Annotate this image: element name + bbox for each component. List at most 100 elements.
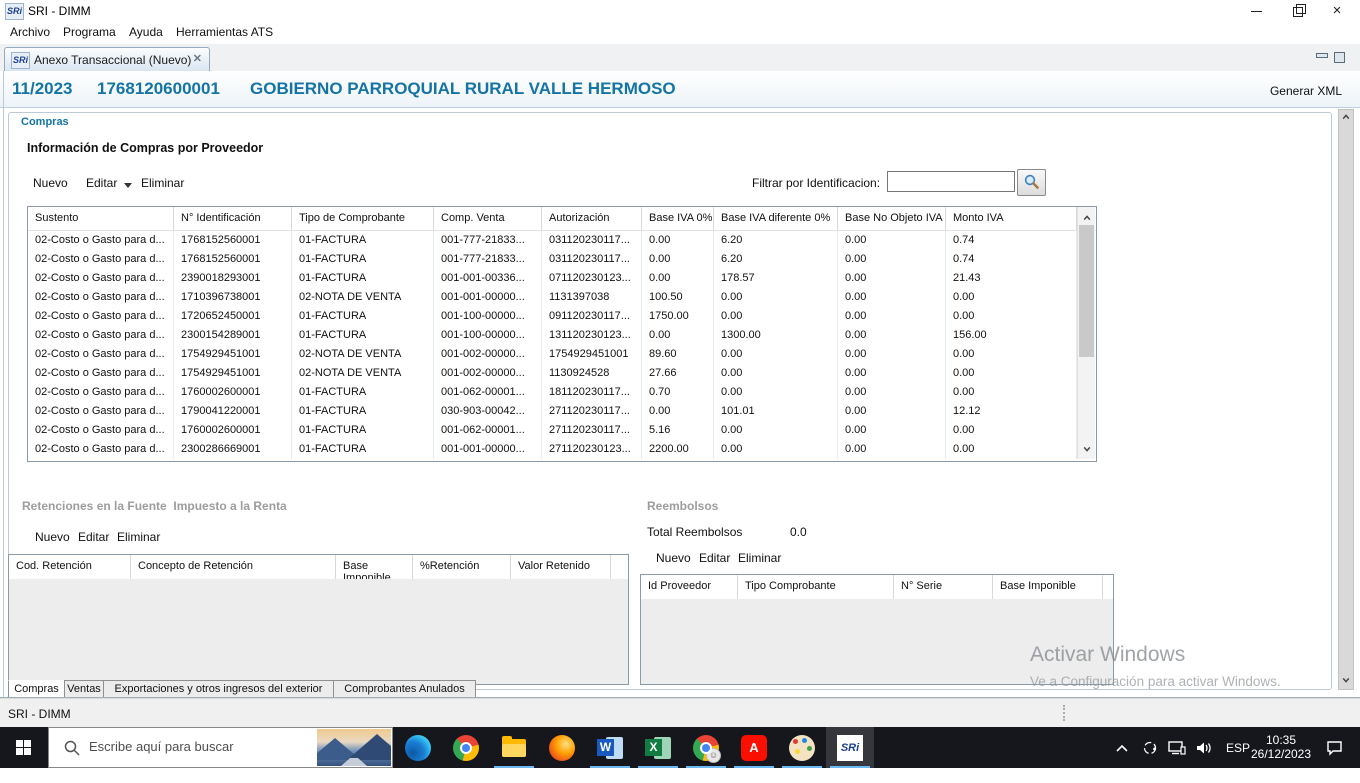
taskbar-sri-dimm[interactable]: SRi xyxy=(826,727,874,768)
tray-language[interactable]: ESP xyxy=(1226,741,1250,782)
menu-ayuda[interactable]: Ayuda xyxy=(129,25,163,39)
taskbar-edge[interactable] xyxy=(394,727,442,768)
column-header[interactable]: Tipo Comprobante xyxy=(738,575,894,599)
reembolsos-eliminar-button[interactable]: Eliminar xyxy=(738,551,781,565)
taskbar-excel[interactable]: X xyxy=(634,727,682,768)
table-row[interactable]: 02-Costo o Gasto para d... 1754929451001 0… xyxy=(28,345,1096,364)
column-header[interactable]: Base Imponible xyxy=(993,575,1103,599)
retenciones-table[interactable]: Cod. Retención Concepto de Retención Base … xyxy=(8,554,629,685)
table-cell: 0.70 xyxy=(642,383,714,402)
bottom-tab-ventas[interactable]: Ventas xyxy=(64,680,104,698)
panel-minimize-icon[interactable] xyxy=(1316,53,1328,58)
table-row[interactable]: 02-Costo o Gasto para d... 1720652450001 0… xyxy=(28,307,1096,326)
tray-clock[interactable]: 10:35 26/12/2023 xyxy=(1248,733,1314,761)
bottom-tab-exportaciones[interactable]: Exportaciones y otros ingresos del exter… xyxy=(103,680,334,698)
table-row[interactable]: 02-Costo o Gasto para d... 2300154289001 0… xyxy=(28,326,1096,345)
tab-close-icon[interactable]: ✕ xyxy=(193,52,202,65)
taskbar-acrobat[interactable]: A xyxy=(730,727,778,768)
table-cell: 1754929451001 xyxy=(174,364,292,383)
reembolsos-nuevo-button[interactable]: Nuevo xyxy=(656,551,691,565)
editar-dropdown-icon[interactable] xyxy=(124,183,132,188)
compras-table-scrollbar[interactable] xyxy=(1077,207,1095,459)
compras-nuevo-button[interactable]: Nuevo xyxy=(33,176,68,190)
compras-eliminar-button[interactable]: Eliminar xyxy=(141,176,184,190)
column-header[interactable]: Base IVA 0% xyxy=(642,207,714,230)
table-cell: 0.00 xyxy=(714,421,838,440)
retenciones-editar-button[interactable]: Editar xyxy=(78,530,109,544)
news-widget-image[interactable] xyxy=(317,729,391,766)
tray-chevron-icon[interactable] xyxy=(1115,742,1129,783)
maximize-button[interactable] xyxy=(1280,0,1314,22)
table-cell: 001-777-21833... xyxy=(434,250,542,269)
taskbar-chrome[interactable] xyxy=(442,727,490,768)
taskbar-word[interactable]: W xyxy=(586,727,634,768)
table-row[interactable]: 02-Costo o Gasto para d... 1790041220001 0… xyxy=(28,402,1096,421)
table-row[interactable]: 02-Costo o Gasto para d... 2390018293001 0… xyxy=(28,269,1096,288)
column-header[interactable]: Comp. Venta xyxy=(434,207,542,230)
chrome-icon xyxy=(453,735,479,761)
scroll-thumb[interactable] xyxy=(1079,225,1094,357)
table-cell: 02-Costo o Gasto para d... xyxy=(28,345,174,364)
column-header[interactable]: Tipo de Comprobante xyxy=(292,207,434,230)
column-header[interactable]: Base Imponible xyxy=(336,555,413,584)
table-cell: 271120230123... xyxy=(542,440,642,459)
menu-herramientas-ats[interactable]: Herramientas ATS xyxy=(176,25,273,39)
search-button[interactable] xyxy=(1017,169,1046,196)
column-header[interactable]: Monto IVA xyxy=(946,207,1077,230)
scroll-up-icon[interactable] xyxy=(1078,209,1095,226)
edge-icon xyxy=(405,735,431,761)
column-header[interactable]: Id Proveedor xyxy=(641,575,738,599)
table-cell: 0.00 xyxy=(714,307,838,326)
table-row[interactable]: 02-Costo o Gasto para d... 1710396738001 0… xyxy=(28,288,1096,307)
column-header[interactable]: Autorización xyxy=(542,207,642,230)
table-row[interactable]: 02-Costo o Gasto para d... 1760002600001 0… xyxy=(28,383,1096,402)
minimize-button[interactable] xyxy=(1240,0,1274,22)
retenciones-nuevo-button[interactable]: Nuevo xyxy=(35,530,70,544)
taskbar-firefox[interactable] xyxy=(538,727,586,768)
column-header[interactable]: Concepto de Retención xyxy=(131,555,336,579)
reembolsos-table[interactable]: Id Proveedor Tipo Comprobante N° Serie Base… xyxy=(640,574,1114,685)
generar-xml-button[interactable]: Generar XML xyxy=(1270,84,1342,98)
filter-input[interactable] xyxy=(887,171,1015,192)
taskbar-paint[interactable] xyxy=(778,727,826,768)
table-row[interactable]: 02-Costo o Gasto para d... 2300286669001 0… xyxy=(28,440,1096,459)
action-center-icon[interactable] xyxy=(1326,740,1344,781)
compras-editar-button[interactable]: Editar xyxy=(86,176,117,190)
column-header[interactable]: Base IVA diferente 0% xyxy=(714,207,838,230)
compras-table[interactable]: Sustento N° Identificación Tipo de Comprob… xyxy=(27,206,1097,462)
table-cell: 001-062-00001... xyxy=(434,383,542,402)
scroll-down-icon[interactable] xyxy=(1078,440,1095,457)
panel-maximize-icon[interactable] xyxy=(1334,52,1345,63)
column-header[interactable]: N° Serie xyxy=(894,575,993,599)
column-header[interactable]: Sustento xyxy=(28,207,174,230)
menu-programa[interactable]: Programa xyxy=(63,25,116,39)
start-button[interactable] xyxy=(0,727,48,768)
taskbar-chrome-profile[interactable]: ☺ xyxy=(682,727,730,768)
column-header[interactable]: Base No Objeto IVA xyxy=(838,207,946,230)
column-header[interactable]: Valor Retenido xyxy=(511,555,611,579)
tray-network-icon[interactable] xyxy=(1168,740,1186,781)
table-cell: 01-FACTURA xyxy=(292,440,434,459)
tray-volume-icon[interactable] xyxy=(1196,740,1214,781)
table-cell: 178.57 xyxy=(714,269,838,288)
taskbar-file-explorer[interactable] xyxy=(490,727,538,768)
menu-archivo[interactable]: Archivo xyxy=(10,25,50,39)
column-header[interactable]: %Retención xyxy=(413,555,511,579)
taskbar-search[interactable]: Escribe aquí para buscar xyxy=(48,727,393,768)
table-cell: 0.00 xyxy=(838,326,946,345)
bottom-tab-compras[interactable]: Compras xyxy=(8,680,65,698)
table-row[interactable]: 02-Costo o Gasto para d... 1768152560001 0… xyxy=(28,250,1096,269)
reembolsos-editar-button[interactable]: Editar xyxy=(699,551,730,565)
paint-icon xyxy=(789,735,815,761)
close-button[interactable]: × xyxy=(1320,0,1354,22)
column-header[interactable]: Cod. Retención xyxy=(9,555,131,579)
table-row[interactable]: 02-Costo o Gasto para d... 1768152560001 0… xyxy=(28,231,1096,250)
table-row[interactable]: 02-Costo o Gasto para d... 1754929451001 0… xyxy=(28,364,1096,383)
table-row[interactable]: 02-Costo o Gasto para d... 1760002600001 0… xyxy=(28,421,1096,440)
tray-update-icon[interactable] xyxy=(1142,740,1158,781)
bottom-tab-comprobantes-anulados[interactable]: Comprobantes Anulados xyxy=(333,680,476,698)
column-header[interactable]: N° Identificación xyxy=(174,207,292,230)
tab-anexo-transaccional[interactable]: SRi Anexo Transaccional (Nuevo) ✕ xyxy=(4,47,210,72)
content-scrollbar[interactable] xyxy=(1338,109,1354,690)
retenciones-eliminar-button[interactable]: Eliminar xyxy=(117,530,160,544)
